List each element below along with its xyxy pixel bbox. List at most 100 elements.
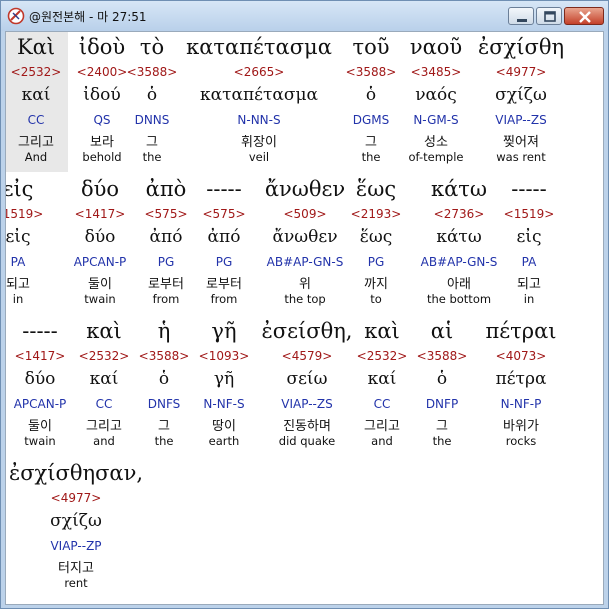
word-korean: 둘이 xyxy=(88,277,112,292)
word-english: did quake xyxy=(278,434,336,448)
word-strong: <1417> xyxy=(74,207,126,221)
word-korean: 그 xyxy=(436,419,448,434)
word-parse: N-GM-S xyxy=(413,113,459,127)
word-greek: καταπέτασμα xyxy=(186,35,332,59)
word-parse: DGMS xyxy=(352,113,390,127)
word-parse: APCAN-P xyxy=(13,397,67,411)
word-parse: N-NF-S xyxy=(203,397,245,411)
word-strong: <2193> xyxy=(350,207,402,221)
word-english: in xyxy=(523,292,535,306)
word-parse: CC xyxy=(373,397,391,411)
word-strong: <4977> xyxy=(50,491,102,505)
word-lemma: ἀπό xyxy=(207,227,241,247)
word-parse: PG xyxy=(215,255,233,269)
word-parse: VIAP--ZS xyxy=(281,397,333,411)
word-lemma: καί xyxy=(367,369,397,389)
word-english: of-temple xyxy=(408,150,464,164)
word-strong: <4977> xyxy=(495,65,547,79)
word-greek: κάτω xyxy=(430,177,488,201)
word-korean: 까지 xyxy=(364,277,388,292)
word-korean: 찢어져 xyxy=(503,135,539,150)
word-parse: DNNS xyxy=(134,113,170,127)
word-strong: <3588> xyxy=(138,349,190,363)
word-parse: VIAP--ZP xyxy=(50,539,102,553)
word-parse: CC xyxy=(95,397,113,411)
word-lemma: ὁ xyxy=(365,85,377,105)
word-greek: ἄνωθεν xyxy=(264,177,346,201)
word-parse: PA xyxy=(10,255,26,269)
word-strong: <2532> xyxy=(10,65,62,79)
word-greek: ἐσχίσθησαν, xyxy=(8,461,144,485)
minimize-button[interactable] xyxy=(508,7,534,25)
word-greek: ἐσείσθη, xyxy=(261,319,353,343)
word-korean: 그 xyxy=(158,419,170,434)
word-korean: 터지고 xyxy=(58,561,94,576)
word-lemma: εἰς xyxy=(516,227,542,247)
word-english: twain xyxy=(84,292,116,306)
word-lemma: καί xyxy=(21,85,51,105)
word-english: the top xyxy=(284,292,326,306)
word-strong: <3588> xyxy=(345,65,397,79)
word-greek: αἱ xyxy=(430,319,454,343)
word-korean: 보라 xyxy=(90,135,114,150)
word-greek: τὸ xyxy=(139,35,165,59)
word-parse: DNFS xyxy=(147,397,181,411)
word-korean: 진동하며 xyxy=(283,419,331,434)
maximize-button[interactable] xyxy=(536,7,562,25)
word-greek: ----- xyxy=(22,319,58,343)
close-button[interactable] xyxy=(564,7,604,25)
word-greek: τοῦ xyxy=(352,35,390,59)
word-lemma: πέτρα xyxy=(495,369,547,389)
word-lemma: ὁ xyxy=(158,369,170,389)
word-greek: Καὶ xyxy=(16,35,56,59)
word-greek: ----- xyxy=(511,177,547,201)
word-strong: <509> xyxy=(283,207,327,221)
word-greek: καὶ xyxy=(86,319,122,343)
word-korean: 그리고 xyxy=(86,419,122,434)
word-lemma: ὁ xyxy=(146,85,158,105)
word-korean: 땅이 xyxy=(212,419,236,434)
word-lemma: σείω xyxy=(286,369,328,389)
word-strong: <575> xyxy=(202,207,246,221)
word-english: the xyxy=(361,150,381,164)
word-strong: <2736> xyxy=(433,207,485,221)
word-strong: <2665> xyxy=(233,65,285,79)
interlinear-text-area[interactable]: Καὶ <2532> καί CC 그리고 And ἰδοὺ <2400> ἰδού QS 보라 be… xyxy=(5,31,604,605)
word-english: And xyxy=(24,150,48,164)
word-english: was rent xyxy=(496,150,546,164)
word-strong: <1093> xyxy=(198,349,250,363)
word-korean: 휘장이 xyxy=(241,135,277,150)
word-greek: ἕως xyxy=(355,177,397,201)
word-korean: 아래 xyxy=(447,277,471,292)
word-korean: 되고 xyxy=(6,277,30,292)
word-greek: καὶ xyxy=(364,319,400,343)
word-lemma: σχίζω xyxy=(50,511,102,531)
word-parse: VIAP--ZS xyxy=(495,113,547,127)
word-english: the xyxy=(142,150,162,164)
word-greek: δύο xyxy=(80,177,120,201)
word-greek: ἰδοὺ xyxy=(78,35,126,59)
app-window: @원전본해 - 마 27:51 Καὶ <2532> καί CC 그리고 And ἰδοὺ… xyxy=(0,0,609,609)
word-greek: εἰς xyxy=(5,177,34,201)
word-greek: πέτραι xyxy=(485,319,557,343)
word-lemma: ἀπό xyxy=(149,227,183,247)
word-korean: 바위가 xyxy=(503,419,539,434)
word-english: veil xyxy=(248,150,270,164)
word-english: earth xyxy=(208,434,240,448)
title-bar[interactable]: @원전본해 - 마 27:51 xyxy=(1,1,608,31)
word-korean: 그리고 xyxy=(18,135,54,150)
word-greek: ἡ xyxy=(157,319,171,343)
word-korean: 그 xyxy=(365,135,377,150)
word-english: rent xyxy=(64,576,88,590)
word-parse: QS xyxy=(93,113,111,127)
word-english: in xyxy=(12,292,24,306)
word-strong: <4579> xyxy=(281,349,333,363)
word-english: twain xyxy=(24,434,56,448)
word-lemma: καί xyxy=(89,369,119,389)
word-korean: 성소 xyxy=(424,135,448,150)
word-strong: <2400> xyxy=(76,65,128,79)
word-strong: <2532> xyxy=(356,349,408,363)
word-korean: 로부터 xyxy=(148,277,184,292)
word-lemma: ἕως xyxy=(359,227,393,247)
word-lemma: ἄνωθεν xyxy=(272,227,338,247)
